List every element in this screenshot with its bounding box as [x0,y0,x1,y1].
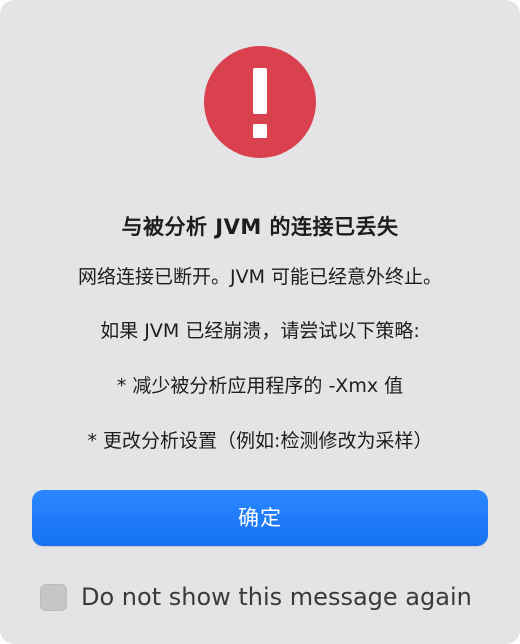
exclamation-alert-icon [204,46,316,158]
message-line: 网络连接已断开。JVM 可能已经意外终止。 [77,266,443,288]
ok-button[interactable]: 确定 [32,490,488,546]
message-line: * 减少被分析应用程序的 -Xmx 值 [116,375,404,397]
suppress-message-row: Do not show this message again [40,580,472,614]
suppress-message-checkbox[interactable] [40,583,67,611]
message-line: * 更改分析设置（例如:检测修改为采样） [87,430,433,452]
alert-dialog: 与被分析 JVM 的连接已丢失 网络连接已断开。JVM 可能已经意外终止。 如果… [0,0,520,644]
suppress-message-label[interactable]: Do not show this message again [81,580,472,614]
dialog-title: 与被分析 JVM 的连接已丢失 [121,215,399,239]
message-line: 如果 JVM 已经崩溃，请尝试以下策略: [100,320,420,342]
